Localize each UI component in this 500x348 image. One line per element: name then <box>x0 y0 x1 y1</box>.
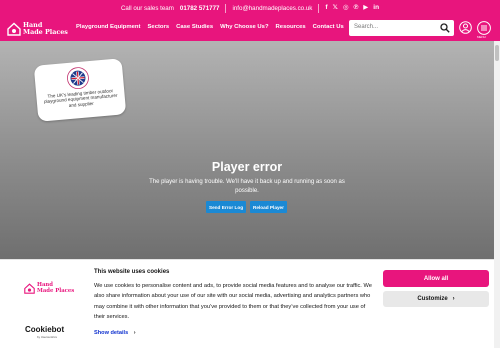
pinterest-icon[interactable]: ℗ <box>353 4 358 12</box>
search-input[interactable]: Search... <box>349 20 454 36</box>
chevron-right-icon: › <box>452 296 455 302</box>
menu-label: MENU <box>477 35 486 39</box>
call-text: Call our sales team <box>120 4 174 12</box>
social-links: f 𝕏 ◎ ℗ ▶ in <box>325 4 379 12</box>
divider <box>318 3 320 13</box>
cookiebot-byline: by Usercentrics <box>37 335 57 339</box>
logo-text: Hand Made Places <box>23 20 68 36</box>
divider <box>225 3 227 13</box>
nav-item-sectors[interactable]: Sectors <box>147 24 176 30</box>
cookie-description: We use cookies to personalise content an… <box>94 283 372 320</box>
chevron-right-icon: › <box>133 330 136 336</box>
site-logo[interactable]: Hand Made Places <box>7 19 69 38</box>
cookie-logo-text: Hand Made Places <box>37 282 75 294</box>
youtube-icon[interactable]: ▶ <box>363 4 368 12</box>
email-link[interactable]: info@handmadeplaces.co.uk <box>232 5 312 12</box>
menu-icon[interactable] <box>477 21 491 35</box>
page-scrollbar[interactable] <box>494 41 500 259</box>
uk-seal-icon <box>67 67 89 90</box>
cookiebot-logo[interactable]: Cookiebot <box>25 325 64 334</box>
nav-item-playground-equipment[interactable]: Playground Equipment <box>76 24 147 30</box>
send-error-log-button[interactable]: Send Error Log <box>206 201 246 213</box>
cookie-title: This website uses cookies <box>94 269 170 275</box>
nav-item-contact-us[interactable]: Contact Us <box>313 24 351 30</box>
nav-menu: Playground Equipment Sectors Case Studie… <box>76 24 351 30</box>
account-icon[interactable] <box>459 21 472 34</box>
nav-item-case-studies[interactable]: Case Studies <box>176 24 220 30</box>
player-error-message: The player is having trouble. We'll have… <box>149 179 345 194</box>
uk-manufacturer-badge: The UK's leading timber outdoor playgrou… <box>33 58 127 122</box>
search-icon[interactable] <box>440 23 450 33</box>
search-placeholder: Search... <box>354 24 379 30</box>
x-icon[interactable]: 𝕏 <box>333 4 338 12</box>
house-logo-icon <box>7 22 21 36</box>
nav-item-why-choose-us[interactable]: Why Choose Us? <box>220 24 275 30</box>
facebook-icon[interactable]: f <box>325 4 327 12</box>
instagram-icon[interactable]: ◎ <box>343 4 349 12</box>
nav-item-resources[interactable]: Resources <box>276 24 313 30</box>
allow-all-button[interactable]: Allow all <box>383 270 489 287</box>
house-logo-icon <box>24 283 35 294</box>
show-details-link[interactable]: Show details › <box>94 330 136 336</box>
top-bar: Call our sales team 01782 571777 info@ha… <box>0 0 500 16</box>
customize-button[interactable]: Customize › <box>383 291 489 307</box>
reload-player-button[interactable]: Reload Player <box>250 201 287 213</box>
cookie-site-logo: Hand Made Places <box>24 282 75 294</box>
cookie-scrollbar[interactable] <box>494 259 500 348</box>
scrollbar-thumb[interactable] <box>495 45 499 61</box>
badge-text: The UK's leading timber outdoor playgrou… <box>43 88 118 108</box>
player-error-title: Player error <box>211 160 283 174</box>
linkedin-icon[interactable]: in <box>373 4 379 12</box>
phone-link[interactable]: 01782 571777 <box>180 5 220 12</box>
